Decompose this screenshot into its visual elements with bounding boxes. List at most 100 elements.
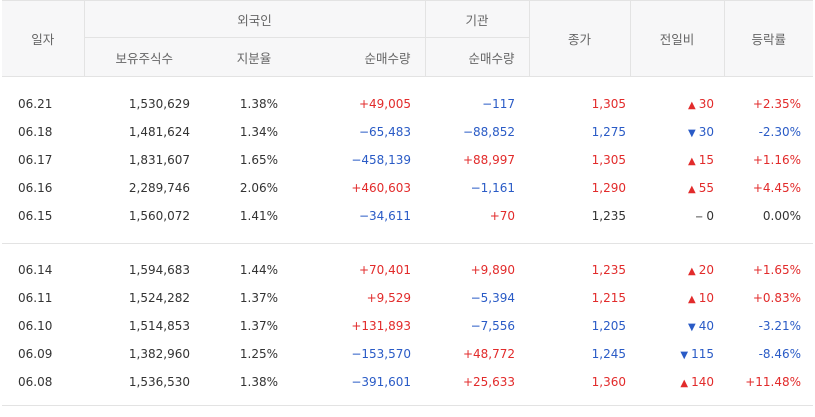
cell-ratio: 1.38% — [239, 96, 278, 111]
up-arrow-icon: ▲ — [688, 99, 696, 111]
cell-close: 1,275 — [591, 124, 627, 139]
cell-date: 06.08 — [18, 374, 53, 389]
cell-close: 1,205 — [591, 318, 627, 333]
cell-date: 06.14 — [18, 262, 53, 277]
cell-change: ▼ 30 — [630, 118, 724, 146]
table-row: 06.14 1,594,683 1.44% +70,401 +9,890 1,235 ▲ 20… — [2, 256, 813, 284]
cell-holdings: 1,594,683 — [128, 262, 190, 277]
cell-rate: +1.65% — [752, 262, 802, 277]
cell-rate: +2.35% — [752, 96, 802, 111]
table-row: 06.09 1,382,960 1.25% −153,570 +48,772 1,245 ▼… — [2, 340, 813, 368]
cell-ratio: 1.34% — [239, 124, 278, 139]
cell-change: ▲ 55 — [630, 174, 724, 202]
investor-trading-table: 일자 외국인 기관 종가 전일비 등락률 보유주식수 지분율 순매수량 순매수량… — [2, 0, 814, 406]
cell-close: 1,235 — [591, 262, 627, 277]
cell-date: 06.16 — [18, 180, 53, 195]
cell-close: 1,235 — [591, 208, 627, 223]
cell-ratio: 1.44% — [239, 262, 278, 277]
cell-foreign-net: +9,529 — [366, 290, 412, 305]
cell-institution-net: +25,633 — [462, 374, 516, 389]
cell-institution-net: −7,556 — [470, 318, 516, 333]
table-row: 06.10 1,514,853 1.37% +131,893 −7,556 1,205 ▼ 4… — [2, 312, 813, 340]
cell-holdings: 1,530,629 — [128, 96, 190, 111]
cell-foreign-net: +460,603 — [351, 180, 412, 195]
cell-ratio: 1.37% — [239, 290, 278, 305]
down-arrow-icon: ▼ — [688, 321, 696, 333]
header-close: 종가 — [529, 0, 631, 77]
header-institution-net: 순매수량 — [424, 37, 530, 77]
cell-ratio: 2.06% — [239, 180, 278, 195]
cell-foreign-net: −458,139 — [351, 152, 412, 167]
table-row: 06.21 1,530,629 1.38% +49,005 −117 1,305 ▲ 30 +2… — [2, 90, 813, 118]
cell-change: ▲ 140 — [630, 368, 724, 396]
cell-institution-net: +9,890 — [470, 262, 516, 277]
cell-ratio: 1.25% — [239, 346, 278, 361]
cell-institution-net: −117 — [482, 96, 516, 111]
flat-dash-icon: − — [695, 211, 704, 223]
up-arrow-icon: ▲ — [688, 265, 696, 277]
cell-change: ▲ 15 — [630, 146, 724, 174]
cell-close: 1,290 — [591, 180, 627, 195]
cell-close: 1,305 — [591, 152, 627, 167]
cell-close: 1,305 — [591, 96, 627, 111]
cell-rate: 0.00% — [762, 208, 802, 223]
cell-change: ▼ 40 — [630, 312, 724, 340]
table-row: 06.16 2,289,746 2.06% +460,603 −1,161 1,290 ▲ 5… — [2, 174, 813, 202]
table-row: 06.17 1,831,607 1.65% −458,139 +88,997 1,305 ▲… — [2, 146, 813, 174]
table-row: 06.15 1,560,072 1.41% −34,611 +70 1,235−0 0.00… — [2, 202, 813, 230]
header-date: 일자 — [2, 0, 84, 77]
cell-rate: +0.83% — [752, 290, 802, 305]
cell-date: 06.09 — [18, 346, 53, 361]
cell-change: ▲ 30 — [630, 90, 724, 118]
table-row: 06.08 1,536,530 1.38% −391,601 +25,633 1,360 ▲… — [2, 368, 813, 396]
cell-foreign-net: +131,893 — [351, 318, 412, 333]
change-value: 40 — [698, 318, 715, 333]
cell-holdings: 1,382,960 — [128, 346, 190, 361]
cell-date: 06.11 — [18, 290, 53, 305]
cell-rate: +4.45% — [752, 180, 802, 195]
cell-holdings: 1,560,072 — [128, 208, 190, 223]
table-row: 06.11 1,524,282 1.37% +9,529 −5,394 1,215 ▲ 10 +… — [2, 284, 813, 312]
cell-ratio: 1.38% — [239, 374, 278, 389]
spacer-row — [2, 395, 814, 406]
header-holdings: 보유주식수 — [83, 37, 204, 77]
cell-institution-net: +48,772 — [462, 346, 516, 361]
header-rate: 등락률 — [724, 0, 814, 77]
header-institution-group: 기관 — [424, 0, 530, 38]
cell-ratio: 1.41% — [239, 208, 278, 223]
change-value: 115 — [691, 346, 715, 361]
spacer-row — [2, 244, 813, 256]
cell-institution-net: −1,161 — [470, 180, 516, 195]
change-value: 140 — [691, 374, 715, 389]
cell-holdings: 1,536,530 — [128, 374, 190, 389]
change-value: 15 — [698, 152, 715, 167]
cell-rate: -2.30% — [758, 124, 802, 139]
spacer-row — [2, 229, 814, 244]
cell-institution-net: +70 — [489, 208, 516, 223]
cell-rate: -8.46% — [758, 346, 802, 361]
change-value: 20 — [698, 262, 715, 277]
cell-date: 06.10 — [18, 318, 53, 333]
up-arrow-icon: ▲ — [688, 183, 696, 195]
cell-rate: +11.48% — [745, 374, 802, 389]
cell-foreign-net: +49,005 — [358, 96, 412, 111]
cell-institution-net: +88,997 — [462, 152, 516, 167]
change-value: 0 — [706, 208, 715, 223]
header-foreign-net: 순매수량 — [304, 37, 426, 77]
cell-ratio: 1.65% — [239, 152, 278, 167]
cell-holdings: 1,514,853 — [128, 318, 190, 333]
cell-foreign-net: −391,601 — [351, 374, 412, 389]
cell-change: ▲ 10 — [630, 284, 724, 312]
cell-holdings: 1,831,607 — [128, 152, 190, 167]
table-body: 06.21 1,530,629 1.38% +49,005 −117 1,305 ▲ 30 +2… — [2, 77, 814, 406]
up-arrow-icon: ▲ — [688, 293, 696, 305]
cell-change: −0 — [630, 202, 724, 230]
cell-date: 06.18 — [18, 124, 53, 139]
cell-foreign-net: +70,401 — [358, 262, 412, 277]
change-value: 55 — [698, 180, 715, 195]
cell-close: 1,215 — [591, 290, 627, 305]
cell-ratio: 1.37% — [239, 318, 278, 333]
cell-close: 1,360 — [591, 374, 627, 389]
cell-date: 06.21 — [18, 96, 53, 111]
down-arrow-icon: ▼ — [688, 127, 696, 139]
